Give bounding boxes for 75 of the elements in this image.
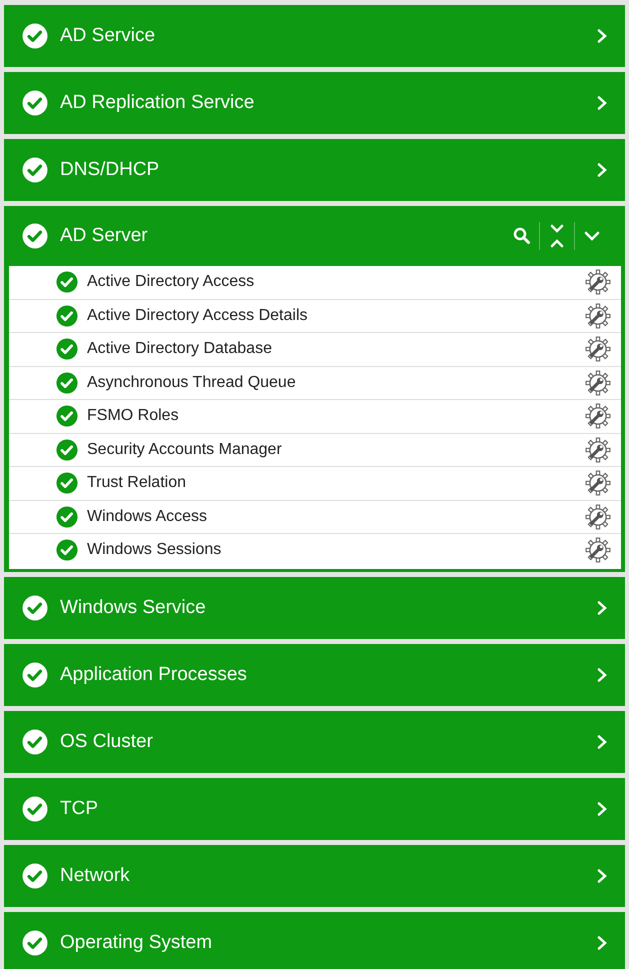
check-icon: [56, 472, 78, 494]
chevron-right-icon[interactable]: [595, 96, 609, 110]
check-icon: [56, 304, 78, 327]
wrench-gear-icon[interactable]: [585, 336, 611, 362]
section-header[interactable]: Application Processes: [4, 644, 625, 706]
wrench-gear-icon[interactable]: [585, 504, 611, 530]
row-label: Active Directory Database: [87, 340, 273, 358]
row-label: Active Directory Access: [87, 273, 256, 292]
check-icon: [22, 90, 48, 116]
check-icon: [22, 157, 48, 183]
list-row[interactable]: Asynchronous Thread Queue: [9, 366, 621, 400]
check-icon: [56, 506, 78, 528]
section-header[interactable]: Windows Service: [4, 576, 625, 638]
section-header[interactable]: AD Replication Service: [4, 72, 625, 134]
section-title: Network: [60, 864, 131, 886]
section-header[interactable]: Operating System: [4, 912, 625, 969]
wrench-gear-icon[interactable]: [585, 370, 611, 396]
section-title: Operating System: [60, 932, 214, 954]
section-title: Application Processes: [60, 664, 248, 686]
chevron-right-icon[interactable]: [595, 802, 609, 816]
check-icon: [22, 594, 48, 620]
section-header[interactable]: Network: [4, 844, 625, 906]
check-icon: [56, 539, 78, 562]
row-label: FSMO Roles: [87, 407, 180, 426]
check-icon: [22, 223, 48, 249]
check-icon: [56, 405, 78, 428]
list-row[interactable]: Security Accounts Manager: [9, 434, 621, 467]
check-icon: [22, 23, 48, 49]
section-header[interactable]: AD Server: [4, 206, 625, 266]
list-row[interactable]: Windows Access: [9, 500, 621, 534]
section-title: Windows Service: [60, 596, 207, 618]
wrench-gear-icon[interactable]: [585, 269, 611, 296]
wrench-gear-icon[interactable]: [585, 302, 611, 329]
chevron-right-icon[interactable]: [595, 936, 609, 950]
list-row[interactable]: Active Directory Access Details: [9, 300, 621, 333]
row-label: Trust Relation: [87, 474, 187, 492]
section-header[interactable]: OS Cluster: [4, 710, 625, 772]
section-header[interactable]: TCP: [4, 778, 625, 840]
row-label: Windows Access: [87, 508, 208, 526]
list-row[interactable]: Trust Relation: [9, 467, 621, 500]
section-title: AD Service: [60, 25, 156, 47]
section-header[interactable]: AD Service: [4, 5, 625, 67]
list-row[interactable]: FSMO Roles: [9, 400, 621, 434]
section-title: OS Cluster: [60, 730, 154, 752]
wrench-gear-icon[interactable]: [585, 436, 611, 463]
section-title: DNS/DHCP: [60, 159, 160, 181]
list-row[interactable]: Windows Sessions: [9, 534, 621, 566]
check-icon: [56, 271, 78, 294]
chevron-right-icon[interactable]: [595, 600, 609, 614]
check-icon: [22, 662, 48, 688]
check-icon: [22, 796, 48, 822]
section-title: AD Server: [60, 225, 149, 247]
row-label: Security Accounts Manager: [87, 440, 283, 459]
list-row[interactable]: Active Directory Database: [9, 333, 621, 366]
check-icon: [56, 338, 78, 360]
section-header[interactable]: DNS/DHCP: [4, 139, 625, 201]
chevron-right-icon[interactable]: [595, 163, 609, 177]
wrench-gear-icon[interactable]: [585, 403, 611, 430]
wrench-gear-icon[interactable]: [585, 537, 611, 564]
wrench-gear-icon[interactable]: [585, 470, 611, 496]
list-row[interactable]: Active Directory Access: [9, 266, 621, 300]
row-label: Active Directory Access Details: [87, 306, 309, 325]
check-icon: [56, 372, 78, 394]
check-icon: [22, 930, 48, 956]
chevron-right-icon[interactable]: [595, 29, 609, 43]
chevron-right-icon[interactable]: [595, 668, 609, 682]
section-title: TCP: [60, 798, 99, 820]
chevron-right-icon[interactable]: [595, 734, 609, 748]
check-icon: [22, 728, 48, 754]
row-label: Windows Sessions: [87, 541, 222, 560]
chevron-right-icon[interactable]: [595, 868, 609, 882]
row-label: Asynchronous Thread Queue: [87, 374, 297, 392]
section-title: AD Replication Service: [60, 92, 256, 114]
check-icon: [56, 438, 78, 461]
check-icon: [22, 862, 48, 888]
